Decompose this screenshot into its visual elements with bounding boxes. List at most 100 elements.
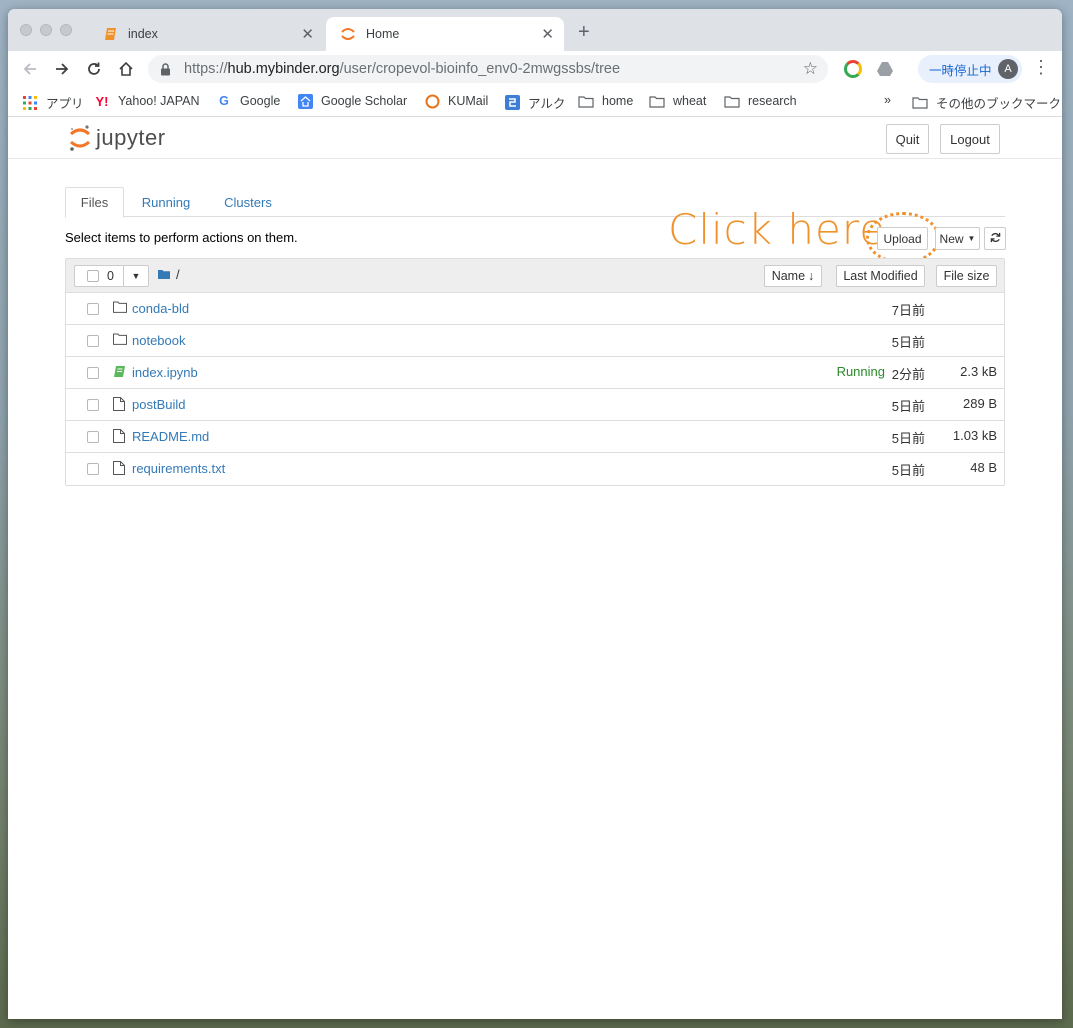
new-label: New — [939, 231, 964, 246]
minimize-window-button[interactable] — [40, 24, 52, 36]
tab-home[interactable]: Home ✕ — [326, 17, 564, 51]
file-icon — [113, 429, 127, 443]
logout-button[interactable]: Logout — [940, 124, 1000, 154]
url-path: /user/cropevol-bioinfo_env0-2mwgssbs/tre… — [339, 61, 621, 77]
address-bar[interactable]: https://hub.mybinder.org/user/cropevol-b… — [148, 55, 828, 83]
highlight-ring — [866, 212, 940, 264]
drive-icon[interactable] — [876, 60, 894, 78]
bookmark-label: その他のブックマーク — [936, 97, 1062, 111]
row-checkbox[interactable] — [87, 335, 99, 347]
notebook-icon — [113, 365, 127, 379]
tab-files[interactable]: Files — [65, 187, 124, 218]
bookmark-folder-research[interactable]: research — [724, 93, 797, 109]
file-name-link[interactable]: postBuild — [132, 397, 185, 412]
bookmark-label: Google Scholar — [321, 94, 408, 108]
select-all-checkbox[interactable] — [87, 270, 99, 282]
breadcrumb-root[interactable]: / — [176, 267, 180, 282]
pause-label: 一時停止中 — [929, 63, 992, 78]
running-status: Running — [836, 364, 885, 379]
bookmark-apps[interactable]: アプリ — [22, 93, 84, 112]
alc-icon — [504, 95, 520, 111]
folder-icon — [113, 333, 127, 347]
tab-close-icon[interactable]: ✕ — [541, 25, 554, 43]
breadcrumb: / — [158, 267, 180, 282]
scholar-icon — [297, 93, 313, 109]
bookmark-star-icon[interactable]: ☆ — [803, 59, 818, 79]
notebook-icon — [102, 26, 118, 42]
modified-time: 5日前 — [891, 431, 925, 446]
reload-icon[interactable] — [82, 57, 106, 81]
file-row: notebook 5日前 — [66, 325, 1004, 357]
avatar: A — [998, 59, 1018, 79]
sort-modified-button[interactable]: Last Modified — [836, 265, 925, 287]
file-row: requirements.txt 5日前 48 B — [66, 453, 1004, 485]
tab-close-icon[interactable]: ✕ — [301, 25, 314, 43]
bookmark-label: research — [748, 94, 797, 108]
bookmark-alc[interactable]: アルク — [504, 93, 565, 112]
kebab-menu-icon[interactable]: ⋮ — [1032, 57, 1050, 78]
profile-paused-button[interactable]: 一時停止中 A — [918, 55, 1022, 83]
caret-down-icon: ▼ — [131, 271, 141, 281]
row-checkbox[interactable] — [87, 303, 99, 315]
extension-chrome-icon[interactable] — [844, 60, 862, 78]
close-window-button[interactable] — [20, 24, 32, 36]
modified-time: 5日前 — [891, 335, 925, 350]
file-size: 1.03 kB — [952, 428, 997, 443]
tab-running[interactable]: Running — [131, 187, 201, 217]
sort-size-button[interactable]: File size — [936, 265, 997, 287]
file-list: 0 ▼ / Name ↓ Last Modified File size con… — [65, 258, 1005, 486]
bookmark-google-scholar[interactable]: Google Scholar — [297, 93, 407, 109]
tab-clusters[interactable]: Clusters — [215, 187, 281, 217]
bookmark-label: home — [602, 94, 634, 108]
bookmark-yahoo[interactable]: Y! Yahoo! JAPAN — [94, 93, 200, 109]
folder-icon — [113, 301, 127, 315]
folder-icon — [578, 93, 594, 109]
selection-hint: Select items to perform actions on them. — [65, 230, 298, 245]
row-checkbox[interactable] — [87, 367, 99, 379]
apps-grid-icon — [22, 95, 38, 111]
click-here-annotation: Click here — [668, 205, 887, 254]
folder-icon — [724, 93, 740, 109]
refresh-button[interactable] — [984, 227, 1006, 250]
modified-time: 5日前 — [891, 463, 925, 478]
sort-name-button[interactable]: Name ↓ — [764, 265, 822, 287]
new-dropdown-button[interactable]: New ▼ — [935, 227, 980, 250]
file-name-link[interactable]: requirements.txt — [132, 461, 225, 476]
file-name-link[interactable]: index.ipynb — [132, 365, 198, 380]
bookmark-other[interactable]: その他のブックマーク — [912, 93, 1061, 112]
home-icon[interactable] — [114, 57, 138, 81]
file-size: 2.3 kB — [960, 364, 997, 379]
bookmark-label: wheat — [673, 94, 707, 108]
modified-time: 5日前 — [891, 399, 925, 414]
refresh-icon — [990, 231, 1001, 246]
jupyter-logo[interactable]: jupyter — [68, 124, 166, 152]
bookmarks-overflow-button[interactable]: » — [884, 93, 891, 107]
tab-index[interactable]: index ✕ — [88, 17, 324, 51]
back-arrow-icon[interactable] — [18, 57, 42, 81]
file-row: README.md 5日前 1.03 kB — [66, 421, 1004, 453]
file-name-link[interactable]: README.md — [132, 429, 209, 444]
forward-arrow-icon[interactable] — [50, 57, 74, 81]
file-icon — [113, 461, 127, 475]
row-checkbox[interactable] — [87, 399, 99, 411]
bookmark-kumail[interactable]: KUMail — [424, 93, 488, 109]
new-tab-button[interactable]: + — [578, 22, 590, 42]
bookmark-folder-home[interactable]: home — [578, 93, 633, 109]
file-name-link[interactable]: notebook — [132, 333, 186, 348]
quit-button[interactable]: Quit — [886, 124, 929, 154]
tab-strip: index ✕ Home ✕ + — [8, 9, 1062, 51]
logo-text: jupyter — [96, 125, 166, 150]
bookmark-folder-wheat[interactable]: wheat — [649, 93, 706, 109]
file-name-link[interactable]: conda-bld — [132, 301, 189, 316]
kumail-icon — [424, 93, 440, 109]
select-dropdown-button[interactable]: ▼ — [124, 265, 149, 287]
select-all-box[interactable]: 0 — [74, 265, 124, 287]
row-checkbox[interactable] — [87, 463, 99, 475]
bookmark-google[interactable]: G Google — [216, 93, 280, 109]
folder-home-icon[interactable] — [158, 267, 170, 282]
row-checkbox[interactable] — [87, 431, 99, 443]
zoom-window-button[interactable] — [60, 24, 72, 36]
selected-count: 0 — [107, 269, 114, 283]
folder-icon — [649, 93, 665, 109]
yahoo-icon: Y! — [95, 93, 109, 109]
